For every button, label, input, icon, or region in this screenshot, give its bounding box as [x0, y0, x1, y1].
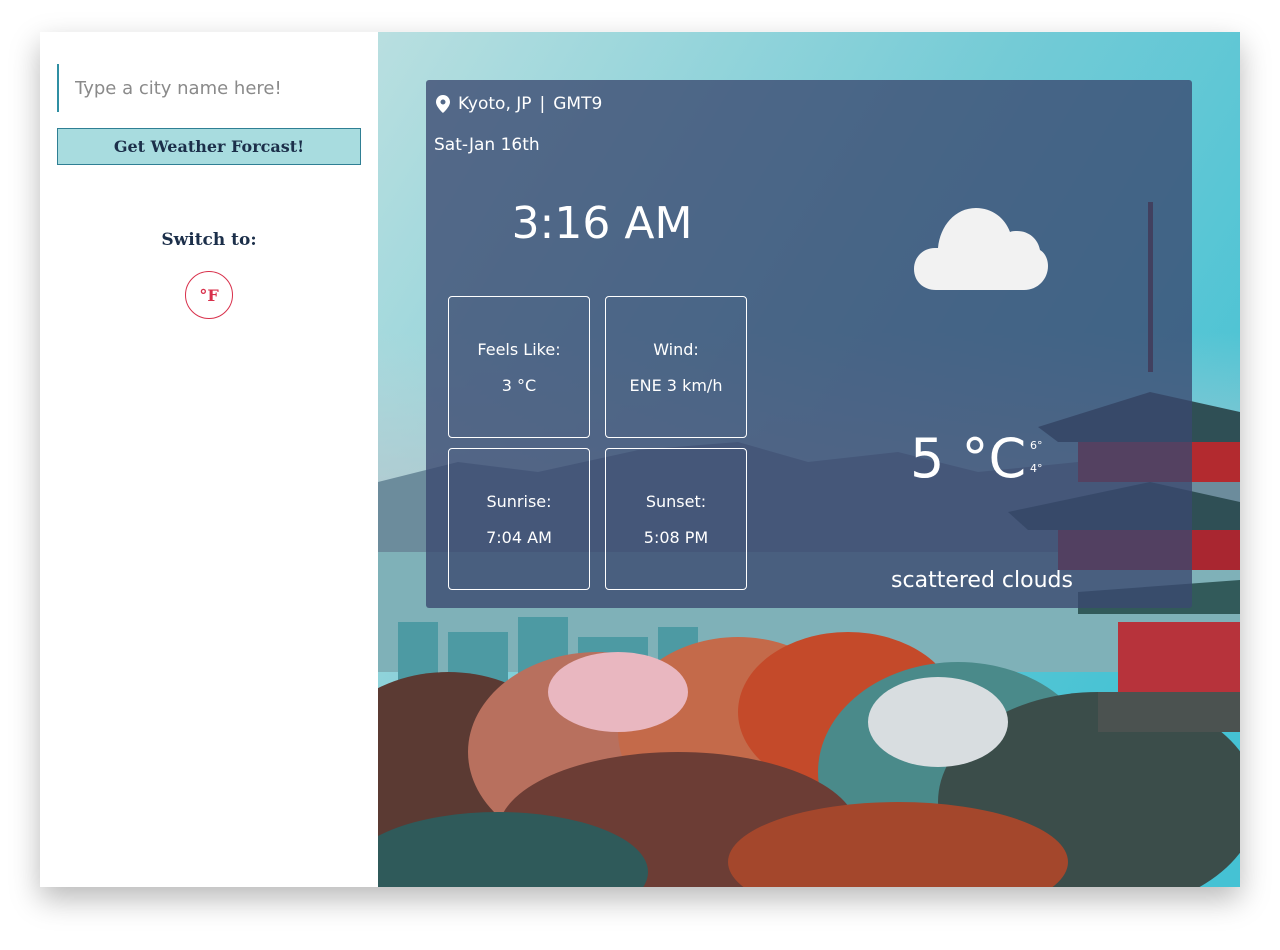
sunset-value: 5:08 PM	[643, 528, 709, 547]
sunset-label: Sunset:	[645, 492, 707, 511]
current-time: 3:16 AM	[511, 198, 693, 249]
sunrise-tile: Sunrise: 7:04 AM	[448, 448, 590, 590]
fahrenheit-toggle-button[interactable]: °F	[185, 271, 233, 319]
wind-value: ENE 3 km/h	[629, 376, 723, 395]
weather-app: Get Weather Forcast! Switch to: °F	[40, 32, 1240, 887]
temp-min: 4°	[1030, 462, 1043, 475]
city-search-input[interactable]	[57, 64, 361, 112]
wind-tile: Wind: ENE 3 km/h	[605, 296, 747, 438]
sunrise-label: Sunrise:	[486, 492, 552, 511]
feels-like-tile: Feels Like: 3 °C	[448, 296, 590, 438]
switch-units-label: Switch to:	[161, 230, 257, 250]
cloud-icon	[914, 208, 1048, 290]
current-temperature: 5 °C	[910, 427, 1027, 490]
sidebar: Get Weather Forcast! Switch to: °F	[40, 32, 378, 887]
sunrise-value: 7:04 AM	[486, 528, 552, 547]
temp-max: 6°	[1030, 439, 1043, 452]
location-row: Kyoto, JP | GMT9	[436, 93, 602, 115]
timezone: GMT9	[553, 94, 603, 114]
get-weather-button[interactable]: Get Weather Forcast!	[57, 128, 361, 165]
wind-label: Wind:	[653, 340, 699, 359]
location-separator: |	[539, 94, 546, 114]
temp-range: 6° 4°	[1030, 434, 1043, 480]
location-name: Kyoto, JP	[458, 94, 532, 114]
feels-like-label: Feels Like:	[477, 340, 561, 359]
feels-like-value: 3 °C	[501, 376, 537, 395]
weather-card: Kyoto, JP | GMT9 Sat-Jan 16th 3:16 AM Fe…	[426, 80, 1192, 608]
weather-description: scattered clouds	[891, 568, 1073, 593]
current-date: Sat-Jan 16th	[434, 135, 540, 155]
location-pin-icon	[436, 95, 450, 113]
sunset-tile: Sunset: 5:08 PM	[605, 448, 747, 590]
